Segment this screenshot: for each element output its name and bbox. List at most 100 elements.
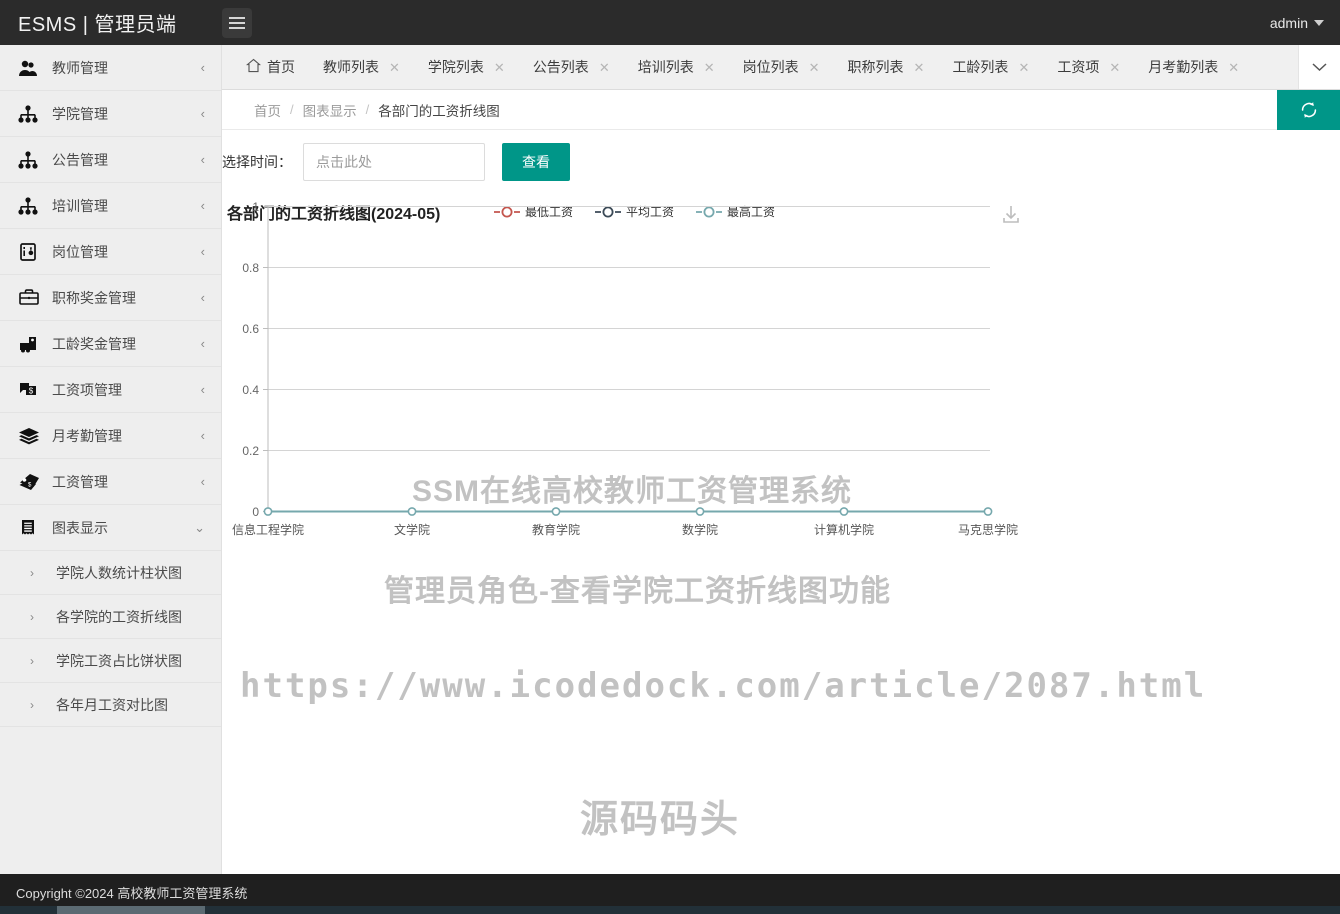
sidebar-subitem-yearly-salary-compare[interactable]: › 各年月工资对比图 xyxy=(0,683,221,727)
main-content: 首页 教师列表 ✕ 学院列表 ✕ 公告列表 ✕ 培训列表 ✕ 岗位列表 ✕ 职称… xyxy=(222,45,1340,874)
sidebar-item-college[interactable]: 学院管理 ‹ xyxy=(0,91,221,137)
breadcrumb-item-charts[interactable]: 图表显示 xyxy=(303,100,357,120)
tab-label: 公告列表 xyxy=(532,59,589,75)
briefcase-icon xyxy=(18,288,48,307)
svg-text:0.4: 0.4 xyxy=(242,383,259,397)
sidebar-item-charts[interactable]: 图表显示 ⌄ xyxy=(0,505,221,551)
sidebar-item-seniority-bonus[interactable]: 工龄奖金管理 ‹ xyxy=(0,321,221,367)
sitemap-icon xyxy=(18,196,48,215)
sidebar[interactable]: 教师管理 ‹ 学院管理 ‹ 公告管理 ‹ 培训管理 ‹ 岗位管理 ‹ 职称奖金管… xyxy=(0,45,222,874)
chart-plot-area: 1 0.8 0.6 0.4 0.2 0 xyxy=(242,200,993,519)
tab-overflow-button[interactable] xyxy=(1298,45,1340,89)
sidebar-item-attendance[interactable]: 月考勤管理 ‹ xyxy=(0,413,221,459)
sidebar-item-label: 公告管理 xyxy=(52,151,108,168)
tab-attendance-list[interactable]: 月考勤列表 ✕ xyxy=(1134,45,1253,89)
chevron-left-icon: ‹ xyxy=(200,152,205,167)
hamburger-icon[interactable] xyxy=(222,7,252,38)
tab-home[interactable]: 首页 xyxy=(222,45,309,89)
footer: Copyright ©2024 高校教师工资管理系统 xyxy=(0,874,1340,910)
sidebar-item-salary[interactable]: $ 工资管理 ‹ xyxy=(0,459,221,505)
close-icon[interactable]: ✕ xyxy=(809,61,820,74)
chevron-down-icon: ⌄ xyxy=(194,519,205,535)
tab-college-list[interactable]: 学院列表 ✕ xyxy=(414,45,519,89)
tab-teacher-list[interactable]: 教师列表 ✕ xyxy=(309,45,414,89)
breadcrumb-item-current: 各部门的工资折线图 xyxy=(378,103,500,119)
layers-icon xyxy=(18,427,48,445)
close-icon[interactable]: ✕ xyxy=(389,61,400,74)
chevron-left-icon: ‹ xyxy=(200,60,205,75)
tab-bar: 首页 教师列表 ✕ 学院列表 ✕ 公告列表 ✕ 培训列表 ✕ 岗位列表 ✕ 职称… xyxy=(222,45,1340,90)
chart-container: 各部门的工资折线图(2024-05) 最低工资 平均工资 最高工资 1 0.8 … xyxy=(222,194,1340,841)
sidebar-subitem-label: 学院工资占比饼状图 xyxy=(56,652,182,669)
sidebar-item-label: 学院管理 xyxy=(52,105,108,122)
tab-label: 职称列表 xyxy=(847,59,904,75)
sidebar-item-label: 职称奖金管理 xyxy=(52,289,136,306)
tab-title-list[interactable]: 职称列表 ✕ xyxy=(834,45,939,89)
sidebar-subitem-college-salary-pie[interactable]: › 学院工资占比饼状图 xyxy=(0,639,221,683)
user-menu[interactable]: admin xyxy=(1270,15,1340,31)
tab-salary-item[interactable]: 工资项 ✕ xyxy=(1043,45,1134,89)
view-button[interactable]: 查看 xyxy=(502,143,570,181)
sidebar-item-position[interactable]: 岗位管理 ‹ xyxy=(0,229,221,275)
breadcrumb: 首页 / 图表显示 / 各部门的工资折线图 xyxy=(222,90,1340,130)
chevron-left-icon: ‹ xyxy=(200,198,205,213)
svg-text:1: 1 xyxy=(252,200,259,214)
sidebar-item-title-bonus[interactable]: 职称奖金管理 ‹ xyxy=(0,275,221,321)
chevron-left-icon: ‹ xyxy=(200,474,205,489)
chevron-right-icon: › xyxy=(30,609,34,624)
os-taskbar xyxy=(0,906,1340,914)
breadcrumb-separator: / xyxy=(290,102,294,117)
chevron-right-icon: › xyxy=(30,697,34,712)
chevron-down-icon xyxy=(1314,19,1324,26)
chevron-left-icon: ‹ xyxy=(200,336,205,351)
sidebar-subitem-college-salary-line[interactable]: › 各学院的工资折线图 xyxy=(0,595,221,639)
sidebar-item-teacher[interactable]: 教师管理 ‹ xyxy=(0,45,221,91)
sidebar-item-salary-item[interactable]: $ 工资项管理 ‹ xyxy=(0,367,221,413)
close-icon[interactable]: ✕ xyxy=(599,61,610,74)
svg-text:0.6: 0.6 xyxy=(242,322,259,336)
tab-notice-list[interactable]: 公告列表 ✕ xyxy=(519,45,624,89)
chart-y-tick-labels: 1 0.8 0.6 0.4 0.2 0 xyxy=(242,200,259,519)
chevron-left-icon: ‹ xyxy=(200,382,205,397)
close-icon[interactable]: ✕ xyxy=(1018,61,1029,74)
sidebar-subitem-label: 各学院的工资折线图 xyxy=(56,608,182,625)
tab-position-list[interactable]: 岗位列表 ✕ xyxy=(729,45,834,89)
app-root: ESMS | 管理员端 admin 教师管理 ‹ 学院管理 ‹ 公告管理 ‹ 培… xyxy=(0,0,1340,914)
top-navbar: ESMS | 管理员端 admin xyxy=(0,0,1340,45)
close-icon[interactable]: ✕ xyxy=(494,61,505,74)
date-picker-input[interactable] xyxy=(303,143,485,181)
close-icon[interactable]: ✕ xyxy=(704,61,715,74)
close-icon[interactable]: ✕ xyxy=(914,61,925,74)
sidebar-item-label: 月考勤管理 xyxy=(52,427,122,444)
close-icon[interactable]: ✕ xyxy=(1228,61,1239,74)
chevron-right-icon: › xyxy=(30,653,34,668)
svg-text:0: 0 xyxy=(252,505,259,519)
refresh-icon xyxy=(1301,102,1316,118)
close-icon[interactable]: ✕ xyxy=(1109,61,1120,74)
sidebar-item-label: 图表显示 xyxy=(52,519,108,536)
sidebar-subitem-college-count-bar[interactable]: › 学院人数统计柱状图 xyxy=(0,551,221,595)
toolbox-icon xyxy=(18,335,48,353)
tab-label: 月考勤列表 xyxy=(1148,59,1219,75)
sidebar-item-label: 工资管理 xyxy=(52,473,108,490)
refresh-button[interactable] xyxy=(1277,90,1340,130)
watermark-url: https://www.icodedock.com/article/2087.h… xyxy=(240,666,1207,706)
sidebar-item-notice[interactable]: 公告管理 ‹ xyxy=(0,137,221,183)
tab-label: 学院列表 xyxy=(427,59,484,75)
chart-list-icon xyxy=(18,519,48,537)
breadcrumb-separator: / xyxy=(365,102,370,117)
filter-toolbar: 选择时间： 查看 xyxy=(222,130,1340,194)
sidebar-item-label: 岗位管理 xyxy=(52,243,108,260)
sidebar-item-label: 工资项管理 xyxy=(52,381,122,398)
tab-seniority-list[interactable]: 工龄列表 ✕ xyxy=(938,45,1043,89)
tab-label: 首页 xyxy=(267,59,295,75)
money-note-icon: $ xyxy=(18,381,48,399)
chevron-right-icon: › xyxy=(30,565,34,580)
sidebar-item-training[interactable]: 培训管理 ‹ xyxy=(0,183,221,229)
sidebar-subitem-label: 学院人数统计柱状图 xyxy=(56,564,182,581)
tab-label: 教师列表 xyxy=(323,59,379,75)
svg-text:0.8: 0.8 xyxy=(242,261,259,275)
tab-training-list[interactable]: 培训列表 ✕ xyxy=(624,45,729,89)
users-icon xyxy=(18,59,48,77)
breadcrumb-item-home[interactable]: 首页 xyxy=(254,100,281,120)
